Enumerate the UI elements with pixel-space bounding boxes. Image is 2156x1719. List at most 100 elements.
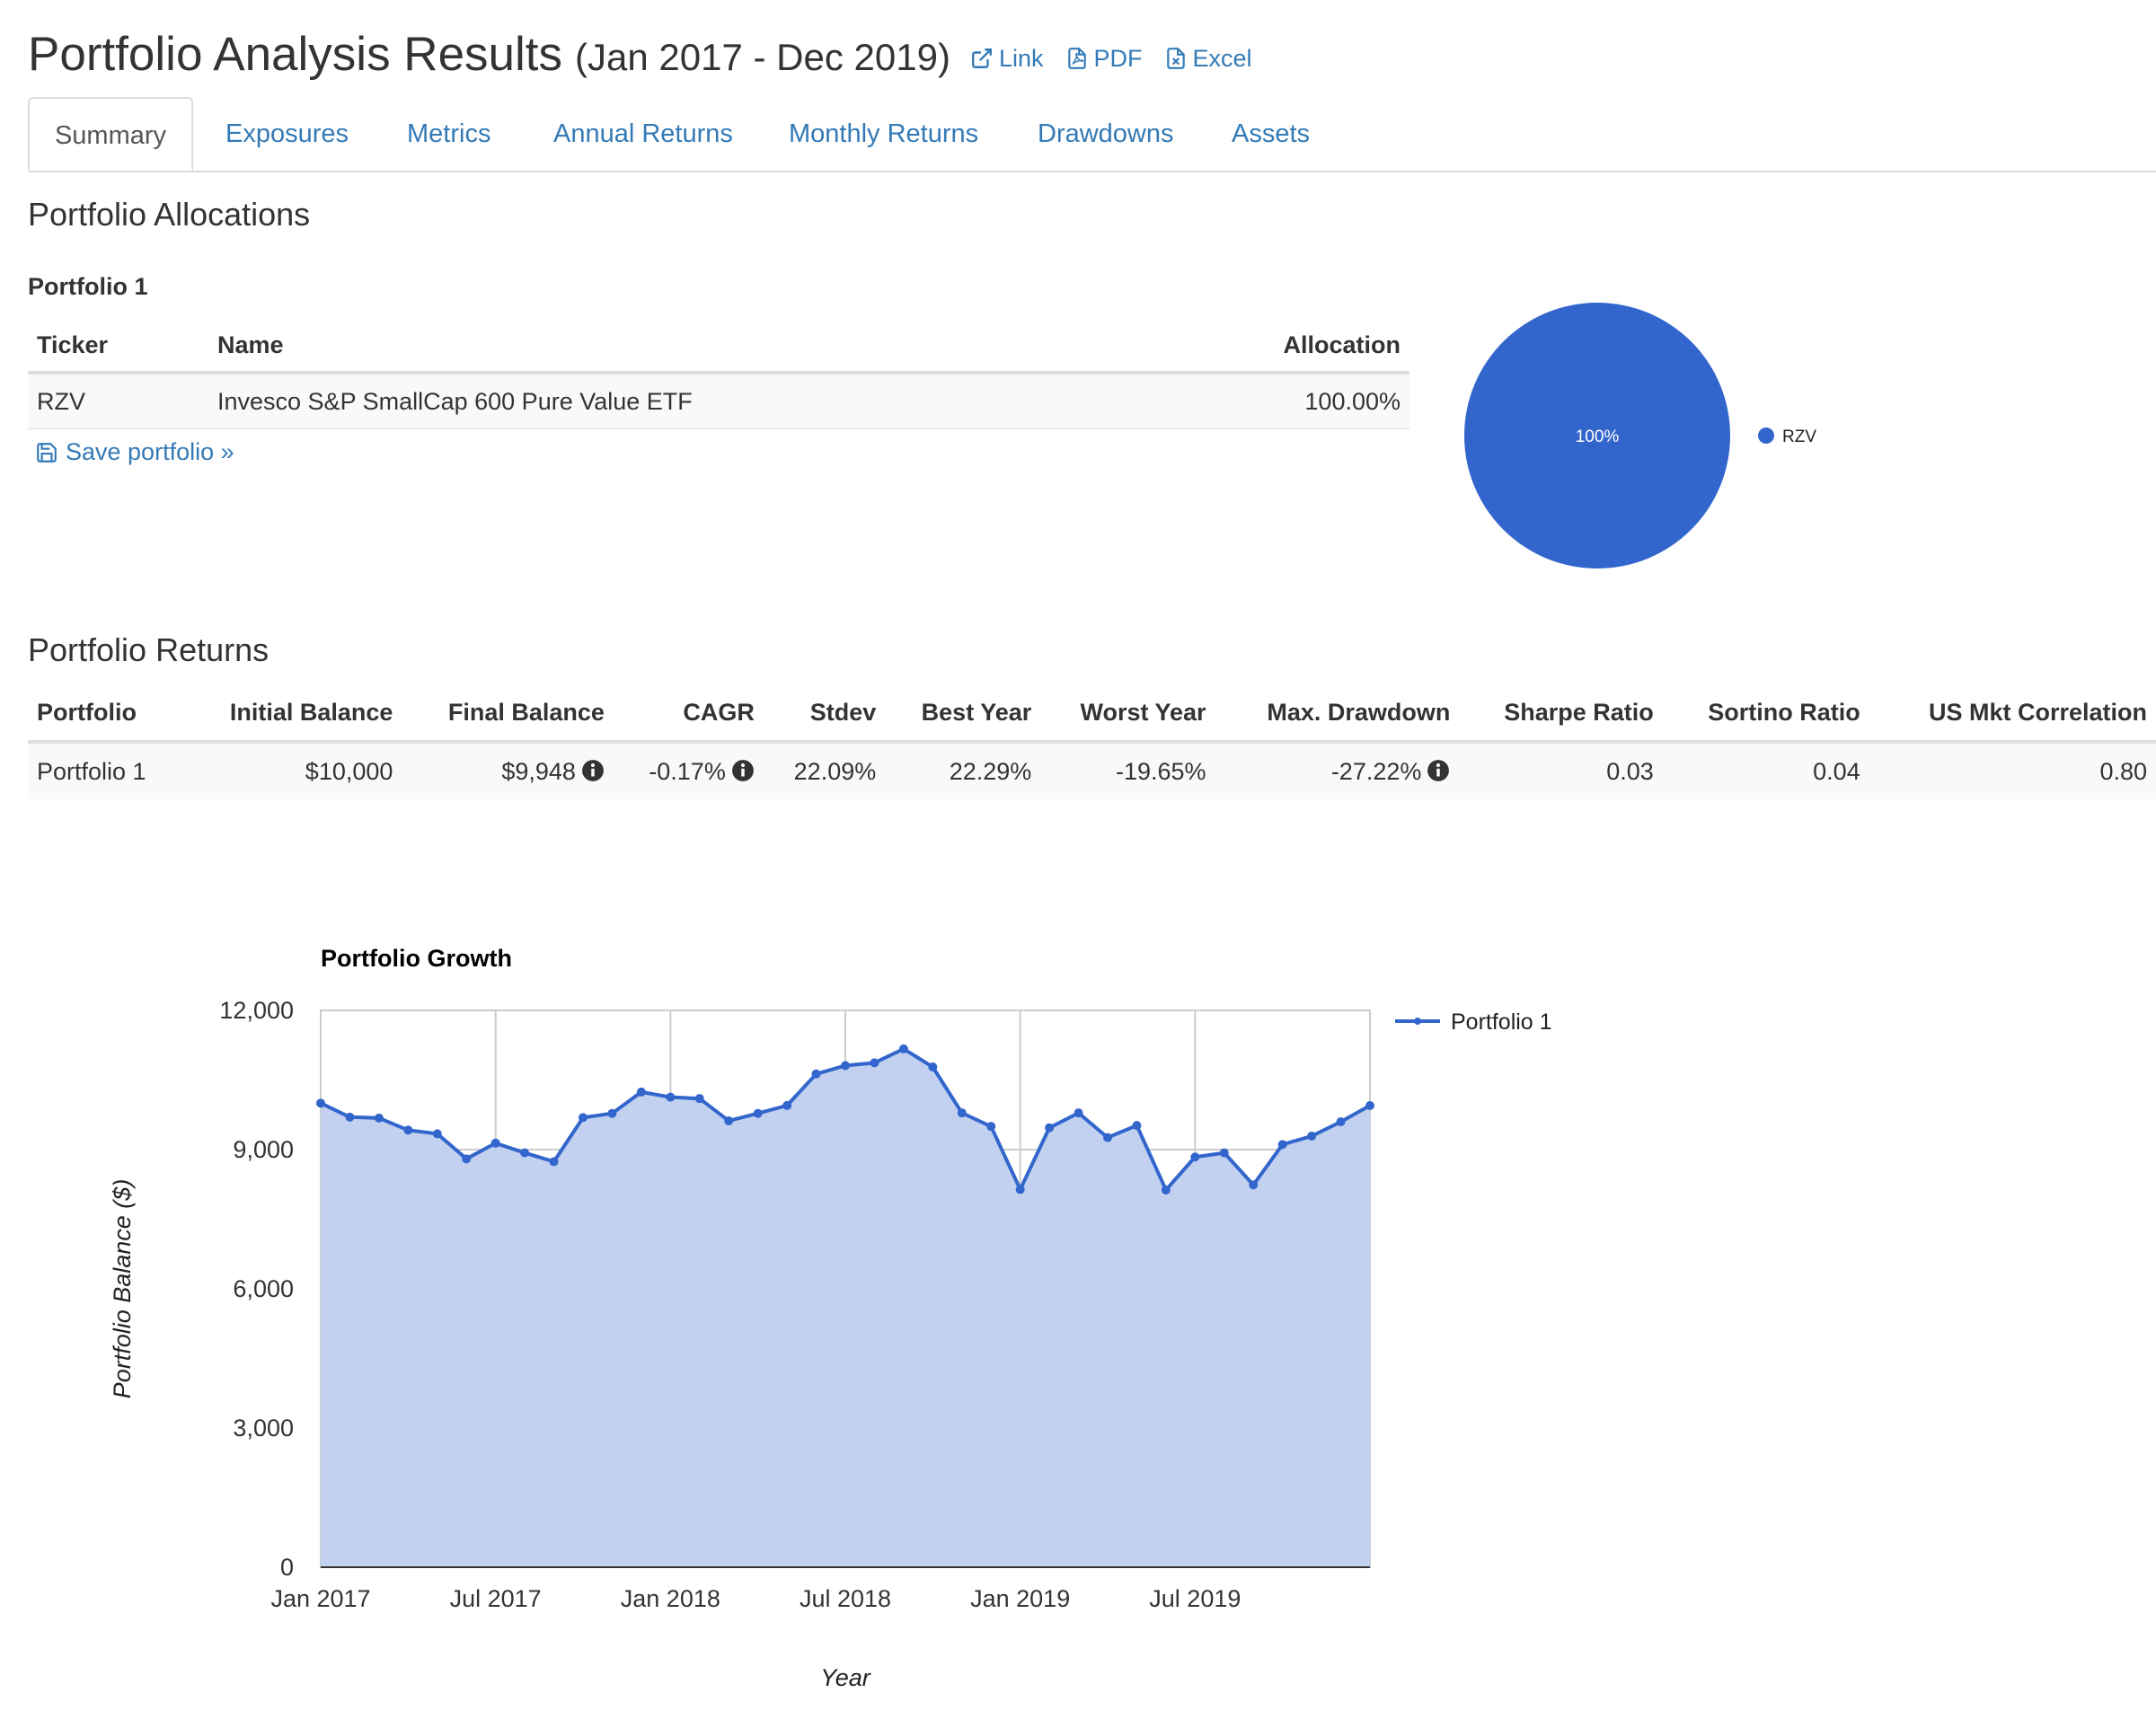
data-point[interactable] <box>432 1129 442 1139</box>
y-tick-label: 3,000 <box>233 1415 294 1441</box>
data-point[interactable] <box>345 1112 355 1122</box>
data-point[interactable] <box>403 1125 413 1135</box>
column-header-us-mkt-correlation: US Mkt Correlation <box>1869 684 2156 744</box>
chart-title: Portfolio Growth <box>321 945 512 972</box>
link-button[interactable]: Link <box>970 45 1044 73</box>
analysis-period: (Jan 2017 - Dec 2019) <box>575 36 950 78</box>
y-tick-label: 6,000 <box>233 1275 294 1302</box>
data-point[interactable] <box>782 1100 792 1110</box>
column-header-allocation: Allocation <box>1151 319 1409 375</box>
data-point[interactable] <box>1365 1101 1374 1111</box>
pdf-button[interactable]: PDF <box>1065 45 1143 73</box>
data-point[interactable] <box>636 1087 646 1097</box>
column-header-initial-balance: Initial Balance <box>181 684 402 744</box>
results-tabs: Summary Exposures Metrics Annual Returns… <box>28 97 2156 172</box>
table-row: Portfolio 1 $10,000 $9,948 -0.17% 22.09%… <box>28 742 2156 799</box>
tab-exposures[interactable]: Exposures <box>225 97 349 171</box>
y-axis-ticks: 0 3,000 6,000 9,000 12,000 <box>219 997 294 1581</box>
x-tick-label: Jan 2019 <box>970 1585 1070 1612</box>
pie-slice-label: 100% <box>1576 428 1620 446</box>
data-point[interactable] <box>1219 1148 1229 1158</box>
portfolio-name: Portfolio 1 <box>28 273 148 300</box>
x-tick-label: Jan 2017 <box>270 1585 370 1612</box>
pie-legend-marker <box>1758 428 1774 444</box>
pdf-file-icon <box>1067 48 1086 69</box>
y-tick-label: 9,000 <box>233 1136 294 1163</box>
x-tick-label: Jan 2018 <box>621 1585 720 1612</box>
data-point[interactable] <box>1307 1132 1317 1142</box>
data-point[interactable] <box>986 1122 996 1132</box>
data-point[interactable] <box>316 1098 325 1108</box>
cagr-cell: -0.17% <box>613 742 764 799</box>
final-balance-value: $9,948 <box>501 757 576 785</box>
data-point[interactable] <box>1249 1180 1259 1190</box>
data-point[interactable] <box>1045 1123 1055 1133</box>
data-point[interactable] <box>1103 1133 1112 1142</box>
data-point[interactable] <box>462 1154 472 1164</box>
initial-balance-cell: $10,000 <box>181 742 402 799</box>
data-point[interactable] <box>694 1094 704 1104</box>
cagr-value: -0.17% <box>649 757 726 785</box>
data-point[interactable] <box>898 1044 908 1053</box>
floppy-disk-icon <box>37 442 57 463</box>
data-point[interactable] <box>928 1062 938 1072</box>
name-cell: Invesco S&P SmallCap 600 Pure Value ETF <box>208 373 1152 429</box>
data-point[interactable] <box>753 1108 763 1118</box>
info-icon[interactable] <box>731 759 755 782</box>
column-header-max-drawdown: Max. Drawdown <box>1215 684 1460 744</box>
returns-heading: Portfolio Returns <box>28 631 270 668</box>
info-icon[interactable] <box>581 759 605 782</box>
data-point[interactable] <box>374 1113 384 1123</box>
column-header-worst-year: Worst Year <box>1040 684 1215 744</box>
data-point[interactable] <box>1015 1185 1025 1194</box>
pie-legend-label[interactable]: RZV <box>1782 428 1816 446</box>
data-point[interactable] <box>870 1058 879 1068</box>
external-link-icon <box>972 48 992 68</box>
sortino-ratio-cell: 0.04 <box>1662 742 1869 799</box>
tab-drawdowns[interactable]: Drawdowns <box>1038 97 1174 171</box>
column-header-sharpe-ratio: Sharpe Ratio <box>1459 684 1663 744</box>
data-point[interactable] <box>841 1061 850 1071</box>
data-point[interactable] <box>1336 1117 1346 1126</box>
data-point[interactable] <box>520 1148 530 1158</box>
best-year-cell: 22.29% <box>885 742 1041 799</box>
save-portfolio-label: Save portfolio » <box>66 438 234 465</box>
tab-assets[interactable]: Assets <box>1232 97 1310 171</box>
tab-summary[interactable]: Summary <box>28 97 193 171</box>
save-portfolio-link[interactable]: Save portfolio » <box>35 438 234 466</box>
data-point[interactable] <box>1074 1108 1083 1118</box>
data-point[interactable] <box>1161 1185 1171 1194</box>
data-point[interactable] <box>549 1157 559 1167</box>
data-point[interactable] <box>1190 1152 1200 1162</box>
pdf-label: PDF <box>1093 44 1143 72</box>
data-point[interactable] <box>666 1092 676 1102</box>
data-point[interactable] <box>811 1069 821 1079</box>
worst-year-cell: -19.65% <box>1040 742 1215 799</box>
tab-monthly-returns[interactable]: Monthly Returns <box>789 97 978 171</box>
data-point[interactable] <box>490 1138 500 1148</box>
tab-metrics[interactable]: Metrics <box>407 97 490 171</box>
us-mkt-correlation-cell: 0.80 <box>1869 742 2156 799</box>
data-point[interactable] <box>607 1108 617 1118</box>
excel-button[interactable]: Excel <box>1164 45 1252 73</box>
data-point[interactable] <box>957 1108 967 1118</box>
y-tick-label: 12,000 <box>219 997 294 1024</box>
data-point[interactable] <box>1277 1140 1287 1150</box>
y-axis-label: Portfolio Balance ($) <box>109 1179 136 1399</box>
tab-annual-returns[interactable]: Annual Returns <box>553 97 733 171</box>
allocation-pie-chart: 100% RZV <box>1464 303 1816 569</box>
max-drawdown-cell: -27.22% <box>1215 742 1460 799</box>
returns-table: Portfolio Initial Balance Final Balance … <box>28 684 2156 799</box>
allocation-cell: 100.00% <box>1151 373 1409 429</box>
page-header: Portfolio Analysis Results (Jan 2017 - D… <box>28 27 1274 90</box>
y-tick-label: 0 <box>280 1554 294 1581</box>
chart-legend[interactable]: Portfolio 1 <box>1395 1009 1552 1035</box>
max-drawdown-value: -27.22% <box>1330 757 1422 785</box>
info-icon[interactable] <box>1427 759 1450 782</box>
data-point[interactable] <box>579 1113 588 1123</box>
data-point[interactable] <box>1132 1121 1142 1131</box>
page-title: Portfolio Analysis Results <box>28 28 563 81</box>
data-point[interactable] <box>724 1115 734 1125</box>
column-header-portfolio: Portfolio <box>28 684 182 744</box>
stdev-cell: 22.09% <box>763 742 886 799</box>
